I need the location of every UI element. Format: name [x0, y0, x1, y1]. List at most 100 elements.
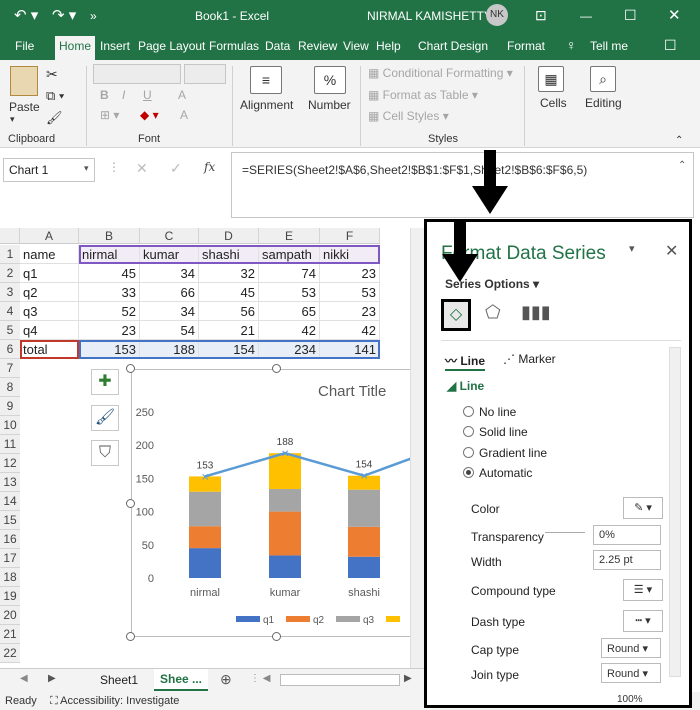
paste-icon[interactable] [10, 66, 38, 96]
cells-icon[interactable]: ▦ [538, 66, 564, 92]
font-grow-icon[interactable]: A [178, 88, 186, 102]
row-header-9[interactable]: 9 [0, 397, 20, 416]
data-cell[interactable]: 52 [79, 302, 140, 321]
data-cell[interactable]: 34 [140, 264, 199, 283]
column-header-b[interactable]: B [79, 228, 140, 244]
row-header-21[interactable]: 21 [0, 625, 20, 644]
underline-button[interactable]: U [143, 88, 152, 102]
chart-resize-handle[interactable] [126, 632, 135, 641]
chart-resize-handle[interactable] [126, 499, 135, 508]
scroll-sheets-left-icon[interactable]: ◀ [20, 673, 28, 684]
data-cell[interactable]: 23 [320, 302, 380, 321]
row-header-22[interactable]: 22 [0, 644, 20, 663]
number-button[interactable]: Number [308, 98, 351, 112]
cells-button[interactable]: Cells [540, 96, 567, 110]
row-header-18[interactable]: 18 [0, 568, 20, 587]
radio-gradient-line[interactable] [463, 447, 474, 458]
data-cell[interactable]: 74 [259, 264, 320, 283]
data-cell[interactable]: 23 [79, 321, 140, 340]
tab-format[interactable]: Format [507, 39, 545, 53]
pane-scrollbar[interactable] [669, 347, 681, 677]
data-cell[interactable]: 42 [259, 321, 320, 340]
tab-formulas[interactable]: Formulas [209, 39, 259, 53]
bold-button[interactable]: B [100, 88, 109, 102]
maximize-button[interactable]: ☐ [624, 7, 637, 24]
tab-view[interactable]: View [343, 39, 369, 53]
chart-elements-button[interactable]: ✚ [91, 369, 119, 395]
data-cell[interactable]: 65 [259, 302, 320, 321]
tab-chart-design[interactable]: Chart Design [418, 39, 488, 53]
tab-data[interactable]: Data [265, 39, 290, 53]
formula-input[interactable]: =SERIES(Sheet2!$A$6,Sheet2!$B$1:$F$1,She… [231, 152, 694, 218]
collapse-ribbon-icon[interactable]: ⌃ [675, 135, 683, 146]
alignment-icon[interactable]: ≡ [250, 66, 282, 94]
radio-solid-line[interactable] [463, 426, 474, 437]
tab-line[interactable]: 〰 Line [445, 352, 486, 371]
conditional-formatting-button[interactable]: ▦ Conditional Formatting ▾ [368, 66, 513, 80]
add-sheet-icon[interactable]: ⊕ [220, 671, 232, 688]
select-all-corner[interactable] [0, 228, 20, 244]
minimize-button[interactable]: — [580, 9, 592, 23]
row-header-4[interactable]: 4 [0, 302, 20, 321]
expand-formula-icon[interactable]: ⌃ [678, 160, 686, 171]
row-header-20[interactable]: 20 [0, 606, 20, 625]
effects-icon[interactable]: ⬠ [485, 302, 501, 323]
font-size-box[interactable] [184, 64, 226, 84]
column-header-e[interactable]: E [259, 228, 320, 244]
insert-function-icon[interactable]: fx [204, 160, 215, 174]
tab-insert[interactable]: Insert [100, 39, 130, 53]
pane-close-icon[interactable]: ✕ [665, 241, 678, 261]
row-header-3[interactable]: 3 [0, 283, 20, 302]
tab-home[interactable]: Home [55, 36, 96, 60]
tab-marker[interactable]: ⋰ Marker [503, 352, 556, 366]
compound-type-dropdown[interactable]: ☰ ▾ [623, 579, 663, 601]
alignment-button[interactable]: Alignment [240, 98, 293, 112]
undo-icon[interactable]: ↶ ▾ [14, 6, 38, 24]
radio-automatic[interactable] [463, 467, 474, 478]
ribbon-display-icon[interactable]: ⊡ [535, 7, 547, 24]
row-header-6[interactable]: 6 [0, 340, 20, 359]
series-options-icon[interactable]: ▮▮▮ [521, 302, 551, 323]
redo-icon[interactable]: ↷ ▾ [52, 6, 76, 24]
tab-file[interactable]: File [15, 39, 34, 53]
fill-line-icon[interactable]: ◇ [441, 299, 471, 331]
row-header-5[interactable]: 5 [0, 321, 20, 340]
data-cell[interactable]: 42 [320, 321, 380, 340]
pane-options-dropdown[interactable]: ▾ [629, 242, 635, 255]
chart-resize-handle[interactable] [272, 632, 281, 641]
sheet-tab-sheet1[interactable]: Sheet1 [100, 673, 138, 687]
data-cell[interactable]: 54 [140, 321, 199, 340]
data-cell[interactable]: 66 [140, 283, 199, 302]
chart-resize-handle[interactable] [272, 364, 281, 373]
tab-review[interactable]: Review [298, 39, 337, 53]
section-line-header[interactable]: ◢ Line [447, 379, 484, 393]
borders-icon[interactable]: ⊞ ▾ [100, 108, 119, 122]
row-header-14[interactable]: 14 [0, 492, 20, 511]
row-header-17[interactable]: 17 [0, 549, 20, 568]
dash-type-dropdown[interactable]: ┅ ▾ [623, 610, 663, 632]
row-header-12[interactable]: 12 [0, 454, 20, 473]
column-header-d[interactable]: D [199, 228, 259, 244]
vertical-scrollbar[interactable] [410, 228, 424, 668]
percent-icon[interactable]: % [314, 66, 346, 94]
data-cell[interactable]: 33 [79, 283, 140, 302]
radio-no-line[interactable] [463, 406, 474, 417]
chart-resize-handle[interactable] [126, 364, 135, 373]
editing-button[interactable]: Editing [585, 96, 622, 110]
row-header-10[interactable]: 10 [0, 416, 20, 435]
data-cell[interactable]: 53 [320, 283, 380, 302]
enter-icon[interactable]: ✓ [170, 160, 182, 177]
row-header-8[interactable]: 8 [0, 378, 20, 397]
copy-icon[interactable]: ⧉ ▾ [46, 88, 64, 104]
chart-styles-button[interactable]: 🖌 [91, 405, 119, 431]
column-header-c[interactable]: C [140, 228, 199, 244]
cell-styles-button[interactable]: ▦ Cell Styles ▾ [368, 109, 449, 123]
tell-me-search[interactable]: Tell me [590, 39, 628, 53]
data-cell[interactable]: 45 [79, 264, 140, 283]
row-header-11[interactable]: 11 [0, 435, 20, 454]
tab-help[interactable]: Help [376, 39, 401, 53]
italic-button[interactable]: I [122, 88, 125, 102]
cancel-icon[interactable]: ✕ [136, 160, 148, 177]
name-box-dropdown-icon[interactable]: ▾ [84, 163, 89, 174]
data-cell[interactable]: 34 [140, 302, 199, 321]
